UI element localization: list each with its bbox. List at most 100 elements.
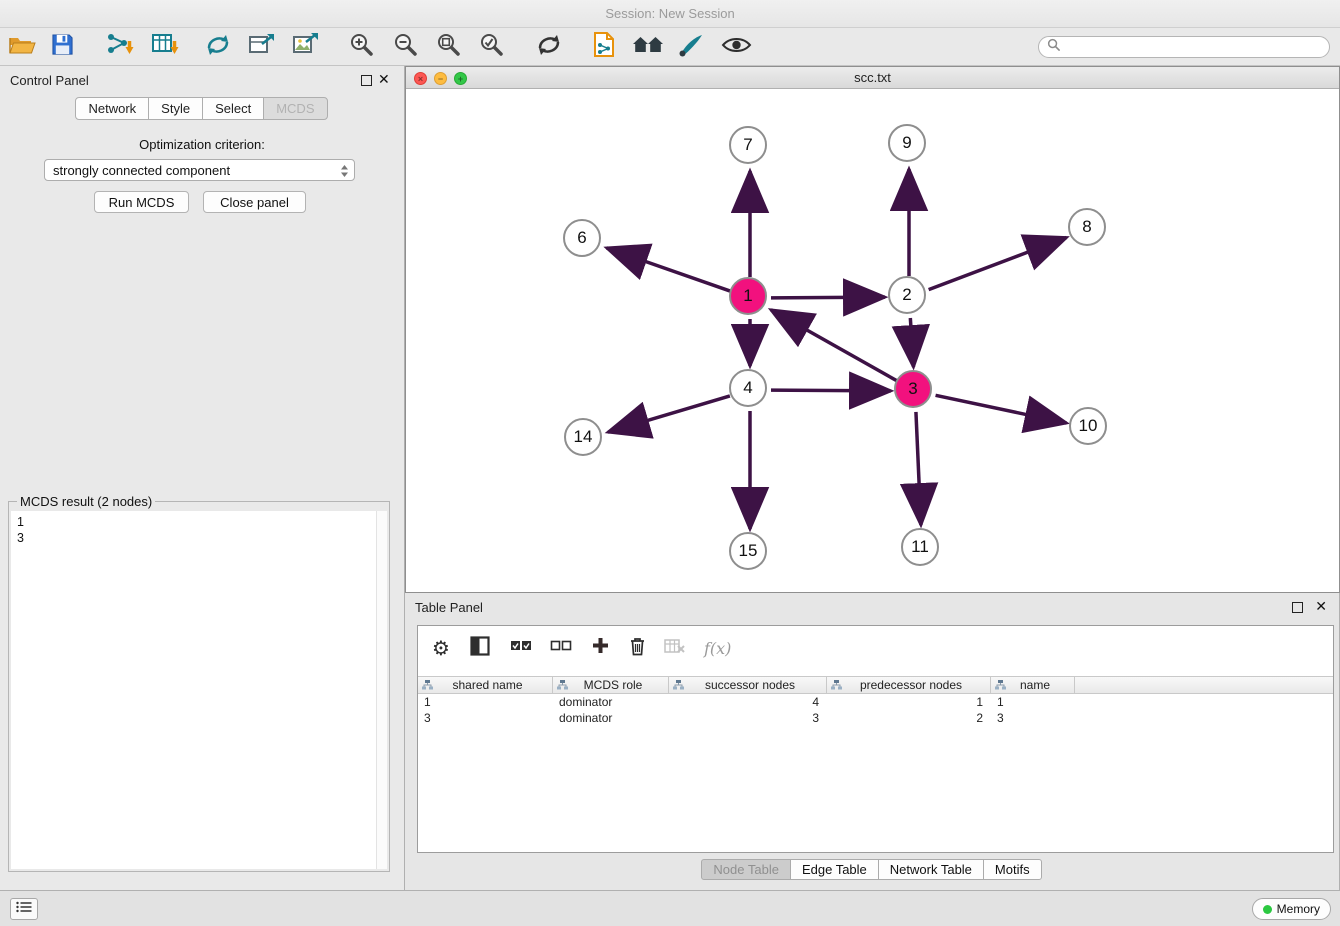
graph-node-1[interactable]: 1 xyxy=(729,277,767,315)
delete-column-button[interactable] xyxy=(629,633,646,663)
graph-node-4[interactable]: 4 xyxy=(729,369,767,407)
table-settings-button[interactable]: ⚙ xyxy=(432,633,450,663)
table-cell: 1 xyxy=(418,694,553,710)
column-header-label: successor nodes xyxy=(684,678,826,692)
graph-node-15[interactable]: 15 xyxy=(729,532,767,570)
graph-edge-2-8[interactable] xyxy=(929,237,1067,289)
mac-close-button[interactable]: × xyxy=(414,72,427,85)
control-panel-header: Control Panel ✕ xyxy=(0,72,404,92)
mac-zoom-button[interactable]: + xyxy=(454,72,467,85)
select-all-button[interactable] xyxy=(510,633,532,663)
run-mcds-button[interactable]: Run MCDS xyxy=(94,191,189,213)
function-builder-button[interactable]: f(x) xyxy=(704,633,731,663)
tab-select[interactable]: Select xyxy=(202,97,264,120)
gear-icon: ⚙ xyxy=(432,638,450,658)
column-header-shared-name[interactable]: shared name xyxy=(418,676,553,694)
tab-network[interactable]: Network xyxy=(75,97,149,120)
graph-node-10[interactable]: 10 xyxy=(1069,407,1107,445)
table-cell: dominator xyxy=(553,710,669,726)
list-icon xyxy=(16,900,32,918)
network-window-title: scc.txt xyxy=(854,70,891,85)
column-tree-icon xyxy=(995,680,1006,690)
save-icon xyxy=(51,33,74,61)
zoom-in-button[interactable] xyxy=(345,30,379,64)
column-tree-icon xyxy=(673,680,684,690)
zoom-fit-button[interactable] xyxy=(432,30,466,64)
table-cell: 1 xyxy=(991,694,1075,710)
column-header-label: MCDS role xyxy=(568,678,668,692)
delete-table-button[interactable] xyxy=(664,633,686,663)
graph-edge-4-14[interactable] xyxy=(608,396,730,432)
export-window-button[interactable] xyxy=(244,30,278,64)
table-row[interactable]: 1dominator411 xyxy=(418,694,1333,710)
column-tree-icon xyxy=(831,680,842,690)
result-scrollbar[interactable] xyxy=(376,511,387,869)
mcds-result-group: MCDS result (2 nodes) 13 xyxy=(8,494,390,872)
export-image-button[interactable] xyxy=(288,30,322,64)
graph-node-11[interactable]: 11 xyxy=(901,528,939,566)
search-field[interactable] xyxy=(1038,36,1330,58)
mcds-result-line: 3 xyxy=(17,530,381,546)
column-header-successor-nodes[interactable]: successor nodes xyxy=(669,676,827,694)
control-panel: Control Panel ✕ NetworkStyleSelectMCDS O… xyxy=(0,66,405,890)
home-button[interactable] xyxy=(631,30,665,64)
mac-minimize-button[interactable]: − xyxy=(434,72,447,85)
graph-edge-3-10[interactable] xyxy=(936,395,1067,423)
graph-edge-3-11[interactable] xyxy=(916,412,921,525)
tab-motifs[interactable]: Motifs xyxy=(983,859,1042,880)
mcds-result-title: MCDS result (2 nodes) xyxy=(17,494,155,509)
search-input[interactable] xyxy=(1065,40,1321,54)
table-row[interactable]: 3dominator323 xyxy=(418,710,1333,726)
float-table-panel-button[interactable] xyxy=(1292,602,1303,613)
import-network-button[interactable] xyxy=(103,30,137,64)
import-table-button[interactable] xyxy=(148,30,182,64)
show-columns-button[interactable] xyxy=(470,633,490,663)
import-network-icon xyxy=(106,32,134,63)
close-table-panel-icon[interactable]: ✕ xyxy=(1315,599,1327,614)
network-canvas[interactable]: 7 9 6 8 1 2 4 3 14 10 15 11 xyxy=(406,89,1339,592)
graph-node-8[interactable]: 8 xyxy=(1068,208,1106,246)
column-header-predecessor-nodes[interactable]: predecessor nodes xyxy=(827,676,991,694)
add-column-button[interactable] xyxy=(592,633,609,663)
close-panel-button[interactable]: Close panel xyxy=(203,191,306,213)
tab-network-table[interactable]: Network Table xyxy=(878,859,984,880)
refresh-button[interactable] xyxy=(532,30,566,64)
graph-node-7[interactable]: 7 xyxy=(729,126,767,164)
tab-edge-table[interactable]: Edge Table xyxy=(790,859,879,880)
memory-status-dot xyxy=(1263,905,1272,914)
table-body: 1dominator4113dominator323 xyxy=(418,694,1333,726)
style-button[interactable] xyxy=(674,30,708,64)
open-session-button[interactable] xyxy=(5,30,39,64)
graph-node-2[interactable]: 2 xyxy=(888,276,926,314)
network-document-button[interactable] xyxy=(587,30,621,64)
graph-node-9[interactable]: 9 xyxy=(888,124,926,162)
unselect-all-button[interactable] xyxy=(550,633,572,663)
graph-node-14[interactable]: 14 xyxy=(564,418,602,456)
criterion-dropdown[interactable]: strongly connected component xyxy=(44,159,355,181)
status-bar: Memory xyxy=(0,890,1340,926)
save-session-button[interactable] xyxy=(45,30,79,64)
tab-node-table[interactable]: Node Table xyxy=(701,859,791,880)
graph-edge-1-2[interactable] xyxy=(771,297,885,298)
graph-node-6[interactable]: 6 xyxy=(563,219,601,257)
graph-edge-4-3[interactable] xyxy=(771,390,891,391)
table-cell: dominator xyxy=(553,694,669,710)
tab-style[interactable]: Style xyxy=(148,97,203,120)
show-hide-button[interactable] xyxy=(719,30,753,64)
tab-mcds[interactable]: MCDS xyxy=(263,97,327,120)
float-panel-button[interactable] xyxy=(361,75,372,86)
column-header-name[interactable]: name xyxy=(991,676,1075,694)
graph-node-3[interactable]: 3 xyxy=(894,370,932,408)
graph-edge-3-1[interactable] xyxy=(771,310,897,381)
main-toolbar xyxy=(0,28,1340,66)
zoom-out-button[interactable] xyxy=(389,30,423,64)
task-history-button[interactable] xyxy=(10,898,38,920)
memory-button[interactable]: Memory xyxy=(1252,898,1331,920)
graph-edge-1-6[interactable] xyxy=(607,248,731,291)
close-panel-icon[interactable]: ✕ xyxy=(378,72,390,87)
zoom-selected-button[interactable] xyxy=(475,30,509,64)
network-tools-button[interactable] xyxy=(201,30,235,64)
column-tree-icon xyxy=(422,680,433,690)
column-header-MCDS-role[interactable]: MCDS role xyxy=(553,676,669,694)
graph-edge-2-3[interactable] xyxy=(910,318,913,367)
